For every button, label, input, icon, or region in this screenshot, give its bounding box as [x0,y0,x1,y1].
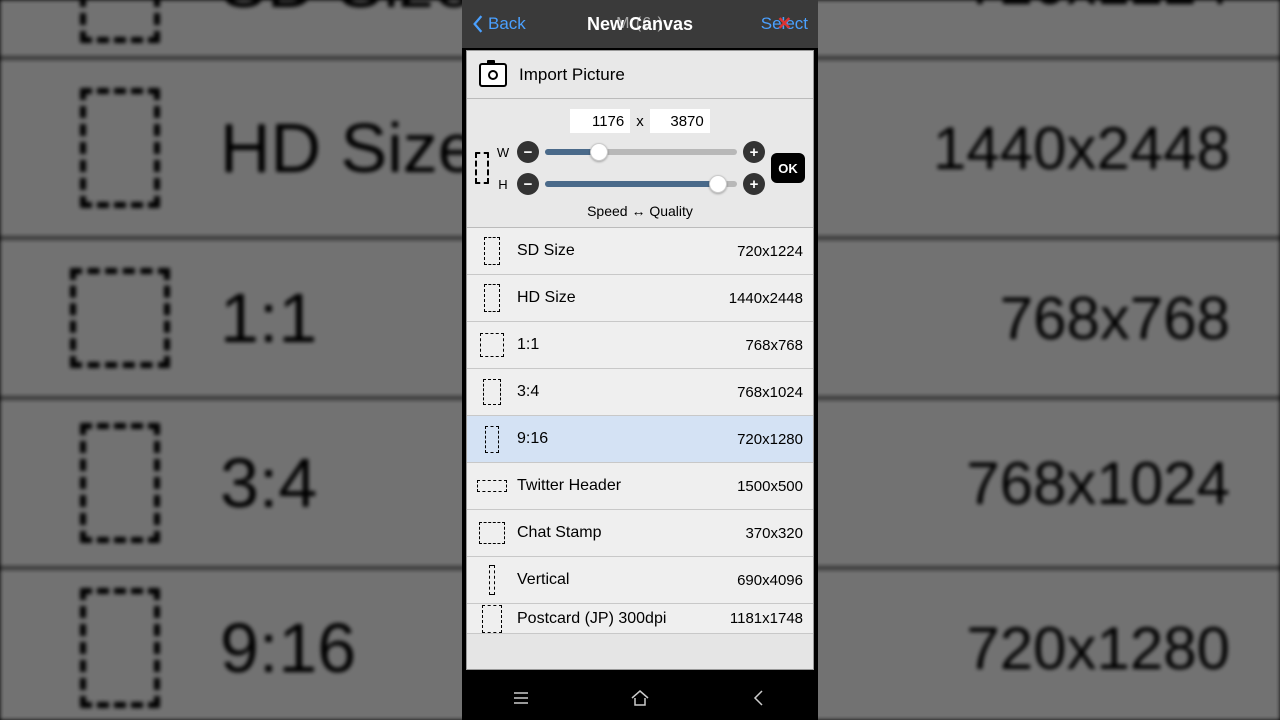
preset-row-sd-size[interactable]: SD Size 720x1224 [467,228,813,275]
preset-list: SD Size 720x1224 HD Size 1440x2448 1:1 768x76… [467,228,813,634]
preset-row-hd-size[interactable]: HD Size 1440x2448 [467,275,813,322]
preset-label: 1:1 [517,336,735,354]
height-field[interactable]: 3870 [650,109,710,133]
ok-button[interactable]: OK [771,153,805,183]
preset-label: SD Size [517,242,727,260]
header-bar: M (6 ) Back New Canvas Select ✕ [462,0,818,48]
preset-value: 1181x1748 [730,610,803,627]
preset-shape-icon [477,522,507,544]
speed-quality-label: Speed ↔ Quality [475,203,805,219]
preset-label: Vertical [517,571,727,589]
preset-value: 1440x2448 [729,290,803,307]
preset-row-twitter-header[interactable]: Twitter Header 1500x500 [467,463,813,510]
preset-shape-icon [477,237,507,265]
width-field[interactable]: 1176 [570,109,630,133]
width-minus-button[interactable]: − [517,141,539,163]
preset-value: 370x320 [745,525,803,542]
preset-value: 768x768 [745,337,803,354]
aspect-preview-icon [475,152,489,184]
width-slider-row: W − + [495,141,765,163]
preset-shape-icon [477,426,507,453]
preset-label: Postcard (JP) 300dpi [517,610,720,628]
preset-value: 690x4096 [737,572,803,589]
preset-shape-icon [477,480,507,492]
height-plus-button[interactable]: + [743,173,765,195]
close-x-icon: ✕ [777,14,792,35]
preset-shape-icon [477,333,507,357]
preset-row-vertical[interactable]: Vertical 690x4096 [467,557,813,604]
preset-value: 1500x500 [737,478,803,495]
select-button[interactable]: Select ✕ [761,14,808,34]
dimension-x: x [636,113,644,130]
preset-row-9-16[interactable]: 9:16 720x1280 [467,416,813,463]
import-label: Import Picture [519,65,625,85]
preset-shape-icon [477,565,507,595]
preset-value: 768x1024 [737,384,803,401]
preset-label: Twitter Header [517,477,727,495]
import-picture-row[interactable]: Import Picture [467,51,813,99]
custom-size-panel: 1176 x 3870 W − + [467,99,813,228]
preset-row-chat-stamp[interactable]: Chat Stamp 370x320 [467,510,813,557]
preset-shape-icon [477,379,507,405]
panel-body: Import Picture 1176 x 3870 W − [466,50,814,670]
preset-label: Chat Stamp [517,524,735,542]
preset-value: 720x1224 [737,243,803,260]
preset-shape-icon [477,284,507,312]
nav-back-icon[interactable] [748,687,770,709]
preset-label: 3:4 [517,383,727,401]
height-slider[interactable] [545,181,737,187]
preset-row-3-4[interactable]: 3:4 768x1024 [467,369,813,416]
phone-frame: M (6 ) Back New Canvas Select ✕ Import P… [462,0,818,720]
width-plus-button[interactable]: + [743,141,765,163]
system-nav-bar [462,676,818,720]
preset-row-1-1[interactable]: 1:1 768x768 [467,322,813,369]
height-slider-label: H [495,177,511,192]
width-slider[interactable] [545,149,737,155]
preset-label: HD Size [517,289,719,307]
dimension-readout: 1176 x 3870 [475,109,805,133]
height-minus-button[interactable]: − [517,173,539,195]
preset-shape-icon [477,605,507,633]
preset-value: 720x1280 [737,431,803,448]
preset-row-postcard-jp-300dpi[interactable]: Postcard (JP) 300dpi 1181x1748 [467,604,813,634]
height-slider-row: H − + [495,173,765,195]
preset-label: 9:16 [517,430,727,448]
camera-icon [479,63,507,87]
nav-home-icon[interactable] [629,687,651,709]
width-slider-label: W [495,145,511,160]
nav-recent-icon[interactable] [510,687,532,709]
